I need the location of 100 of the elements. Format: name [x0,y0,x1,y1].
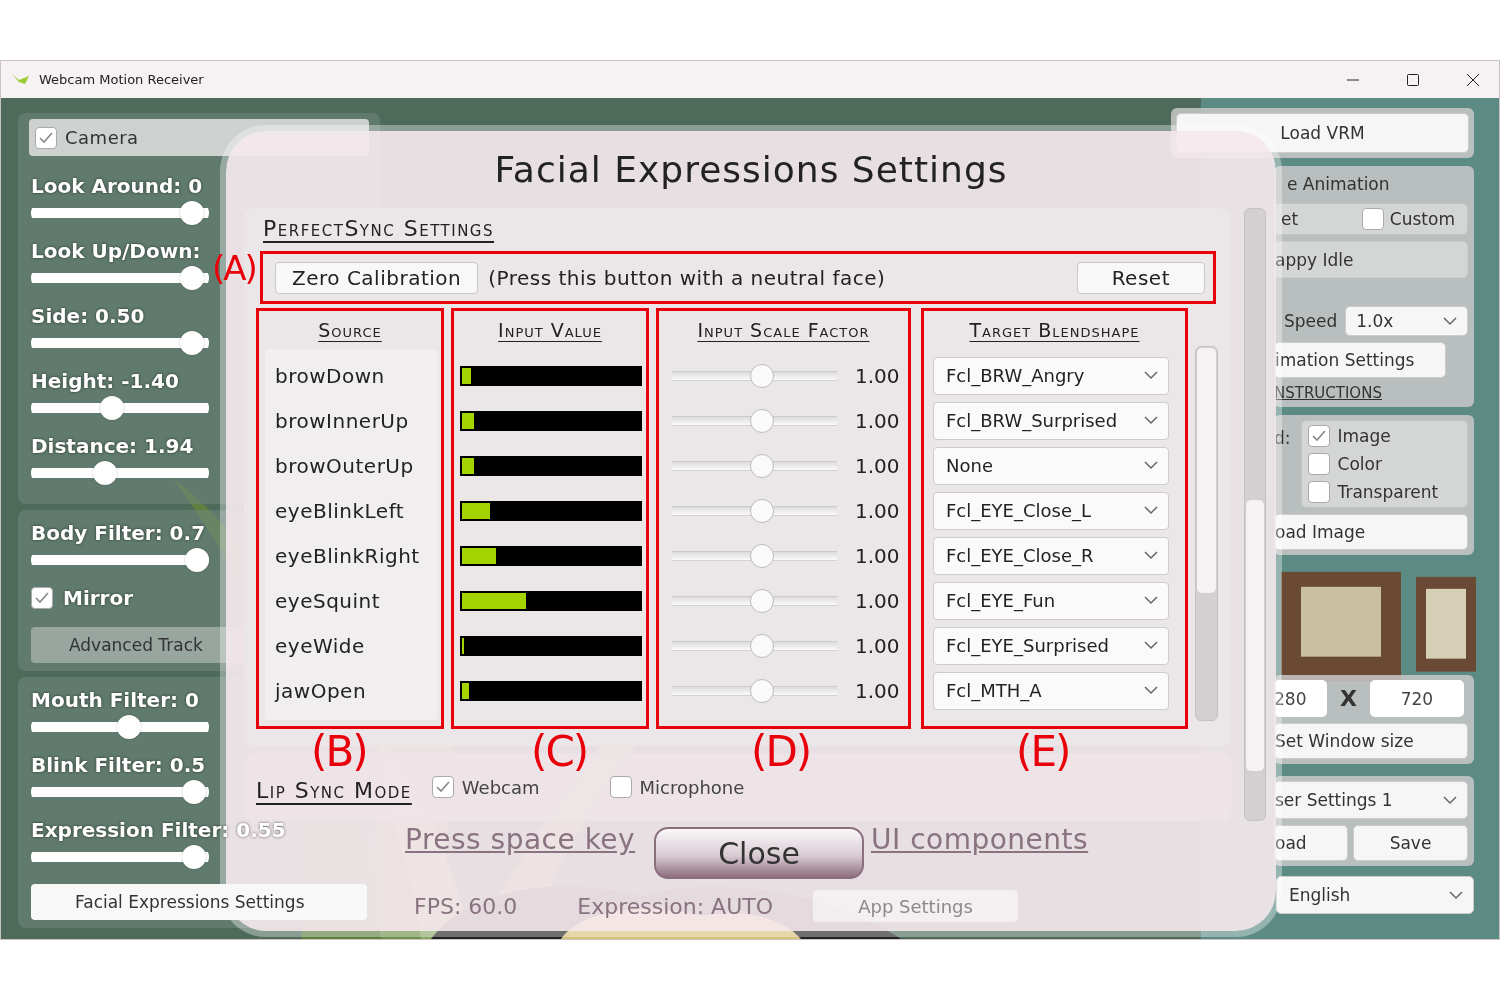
zero-calibration-button[interactable]: Zero Calibration [275,261,479,294]
chevron-icon [1449,890,1463,900]
slider-thumb[interactable] [749,453,774,478]
source-name: browDown [275,363,385,388]
slider-label: Look Around: 0 [31,173,203,200]
size-separator: X [1340,686,1357,711]
scale-value: 1.00 [855,498,900,523]
chevron-icon [1144,371,1158,380]
scale-value: 1.00 [855,453,900,478]
slider-thumb[interactable] [749,543,774,568]
checkbox-label: Microphone [639,776,745,798]
load-button[interactable]: oad [1274,825,1348,861]
blendshape-dropdown[interactable]: Fcl_MTH_A [933,671,1169,710]
section-heading: PerfectSync Settings [263,216,495,242]
scrollbar[interactable] [1244,208,1266,821]
checkbox[interactable] [1307,481,1330,503]
background-label: d: [1274,428,1291,448]
maximize-icon[interactable] [1405,71,1421,88]
checkbox[interactable] [1361,208,1384,230]
chevron-icon [1144,506,1158,515]
speed-label: Speed [1284,311,1338,331]
slider-thumb[interactable] [749,498,774,523]
blendshape-dropdown[interactable]: Fcl_EYE_Close_L [933,491,1169,530]
checkbox[interactable] [35,126,57,149]
language-select[interactable]: English [1276,876,1474,914]
slider-label: Distance: 1.94 [31,433,194,460]
slider-label: Height: -1.40 [31,368,179,395]
close-icon[interactable] [1465,71,1481,88]
annotation-label: (E) [1016,731,1070,773]
source-name: browOuterUp [275,453,414,478]
column-header: Source [317,318,383,343]
animation-settings-button[interactable]: imation Settings [1274,342,1446,378]
scale-value: 1.00 [855,408,900,433]
reset-button[interactable]: Reset [1076,261,1205,294]
dialog-title: Facial Expressions Settings [493,148,1009,192]
load-image-button[interactable]: oad Image [1274,514,1468,550]
slider-label: Blink Filter: 0.5 [31,752,206,779]
slider-thumb[interactable] [749,363,774,388]
animation-field[interactable]: appy Idle [1274,241,1468,278]
instructions-link[interactable]: NSTRUCTIONS [1274,384,1468,402]
blendshape-dropdown[interactable]: Fcl_EYE_Fun [933,581,1169,620]
set-window-size-button[interactable]: Set Window size [1274,723,1468,759]
blendshape-dropdown[interactable]: Fcl_EYE_Surprised [933,626,1169,665]
source-name: eyeWide [275,633,365,658]
checkbox-label: Custom [1389,209,1455,229]
chevron-icon [1144,686,1158,695]
scrollbar[interactable] [1195,346,1218,721]
checkbox[interactable] [1307,425,1330,447]
section-title: e Animation [1287,173,1391,196]
annotation-label: (D) [751,731,811,773]
blendshape-dropdown[interactable]: None [933,446,1169,485]
scrollbar-thumb[interactable] [1245,499,1265,772]
source-name: eyeBlinkLeft [275,498,405,523]
speed-select[interactable]: 1.0x [1345,306,1468,336]
section-heading: Lip Sync Mode [256,778,412,804]
checkbox[interactable] [31,587,53,609]
checkbox[interactable] [1307,453,1330,475]
source-name: jawOpen [275,678,367,703]
annotation-label: (B) [311,731,367,773]
checkmark-icon [434,779,451,795]
checkmark-icon [34,590,50,606]
hint-text: Press space key [405,823,636,856]
checkbox[interactable] [609,776,632,798]
checkbox-label: Color [1337,454,1382,474]
scale-value: 1.00 [855,363,900,388]
blendshape-dropdown[interactable]: Fcl_EYE_Close_R [933,536,1169,575]
close-button[interactable]: Close [654,827,864,879]
source-name: eyeSquint [275,588,381,613]
chevron-icon [1443,316,1457,326]
width-field[interactable]: 280 [1274,680,1327,717]
scrollbar-thumb[interactable] [1196,347,1217,594]
checkbox-label: Image [1337,426,1391,446]
user-settings-select[interactable]: ser Settings 1 [1274,781,1468,819]
slider-label: Look Up/Down: [31,238,201,265]
scale-value: 1.00 [855,633,900,658]
slider-thumb[interactable] [749,588,774,613]
slider-label: Mouth Filter: 0 [31,687,199,714]
column-header: Target Blendshape [968,318,1141,343]
checkbox-label: Camera [65,127,139,148]
height-field[interactable]: 720 [1369,680,1464,717]
save-button[interactable]: Save [1353,825,1468,861]
chevron-icon [1144,416,1158,425]
expression-text: Expression: AUTO [577,893,773,919]
checkbox[interactable] [431,776,454,798]
chevron-icon [1144,551,1158,560]
annotation-label: (C) [531,731,588,773]
scale-value: 1.00 [855,678,900,703]
slider-thumb[interactable] [749,678,774,703]
scale-value: 1.00 [855,543,900,568]
slider-thumb[interactable] [749,408,774,433]
blendshape-dropdown[interactable]: Fcl_BRW_Surprised [933,401,1169,440]
chevron-icon [1144,596,1158,605]
checkbox-label: Transparent [1337,482,1439,502]
panel-button[interactable]: Facial Expressions Settings [31,884,367,920]
slider-thumb[interactable] [749,633,774,658]
column-header: Input Scale Factor [696,318,871,343]
blendshape-dropdown[interactable]: Fcl_BRW_Angry [933,356,1169,395]
slider-label: Side: 0.50 [31,303,145,330]
scale-value: 1.00 [855,588,900,613]
hint-text: (Press this button with a neutral face) [488,265,887,290]
